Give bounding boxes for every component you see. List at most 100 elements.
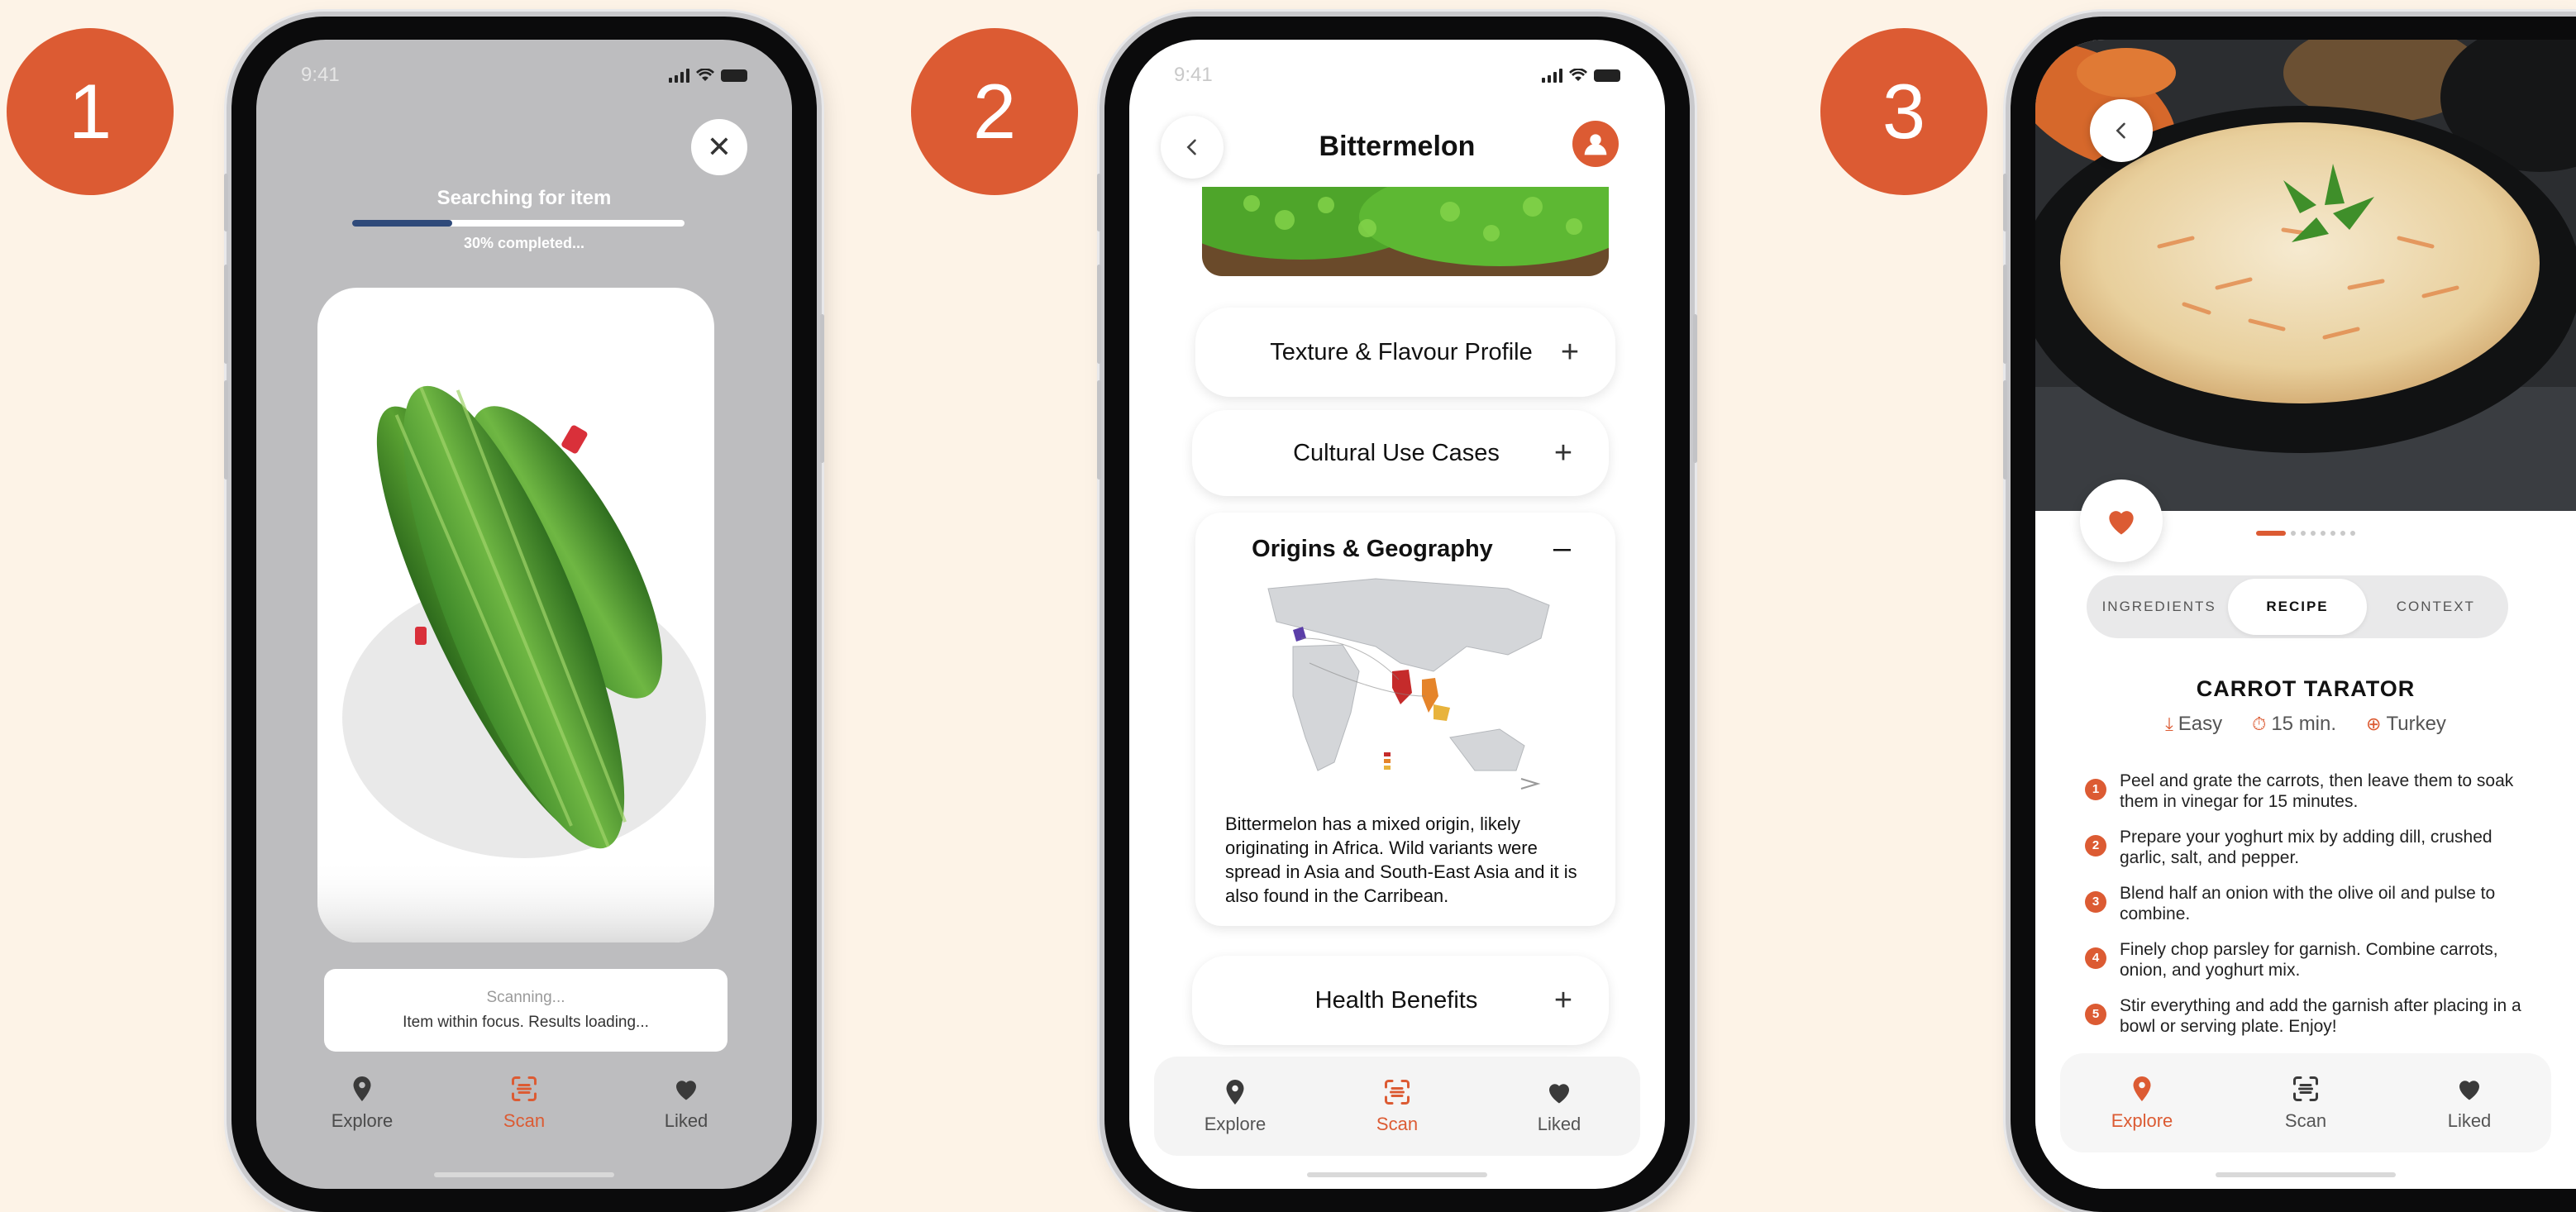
location-pin-icon [1226,1080,1244,1105]
recipe-step: 3 Blend half an onion with the olive oil … [2085,883,2543,924]
accordion-origins-geography[interactable]: Origins & Geography – Bittermelon has a … [1195,513,1615,926]
tab-explore[interactable]: Explore [2092,1074,2192,1132]
accordion-label: Health Benefits [1314,986,1478,1014]
status-time: 9:41 [301,64,340,86]
scan-icon [2293,1076,2318,1101]
duration-value: 15 min. [2271,713,2337,735]
tab-liked-label: Liked [2447,1110,2492,1131]
recipe-screen: INGREDIENTS RECIPE CONTEXT CARROT TARATO… [2035,40,2576,1189]
tab-liked[interactable]: Liked [2420,1074,2519,1132]
location-pin-icon [353,1076,371,1101]
scan-status-line2: Item within focus. Results loading... [403,1014,649,1031]
plus-icon: + [1560,334,1580,370]
back-button[interactable] [2090,99,2153,162]
step-text: Stir everything and add the garnish afte… [2120,996,2521,1036]
status-bar: 9:41 [301,61,747,89]
recipe-segmented-control: INGREDIENTS RECIPE CONTEXT [2087,575,2508,638]
carousel-dot[interactable] [2321,531,2326,536]
plus-icon: + [1553,435,1573,470]
bottom-tab-bar: Explore Scan Liked [1154,1057,1640,1156]
home-indicator [1307,1172,1487,1177]
tab-scan[interactable]: Scan [2256,1074,2355,1132]
carousel-dot[interactable] [2291,531,2296,536]
close-button[interactable]: ✕ [691,119,747,175]
world-map-image [1260,572,1554,797]
profile-button[interactable] [1572,121,1619,167]
recipe-step: 1 Peel and grate the carrots, then leave … [2085,771,2543,812]
accordion-texture-flavour[interactable]: Texture & Flavour Profile + [1195,308,1615,397]
carousel-dot[interactable] [2311,531,2316,536]
duration: ⏱ 15 min. [2252,713,2336,736]
scan-screen: 9:41 ✕ Searching for item 30% completed.… [256,40,792,1189]
carousel-dot[interactable] [2301,531,2306,536]
tab-scan-label: Scan [1376,1114,1419,1134]
accordion-label: Texture & Flavour Profile [1270,338,1533,365]
tab-explore[interactable]: Explore [1185,1077,1285,1135]
tab-scan-label: Scan [503,1110,546,1131]
origins-description: Bittermelon has a mixed origin, likely o… [1225,814,1577,906]
step-text: Finely chop parsley for garnish. Combine… [2120,940,2498,980]
timer-icon: ⏱ [2252,713,2267,734]
tab-ingredients[interactable]: INGREDIENTS [2090,579,2228,635]
like-button[interactable] [2080,480,2163,562]
detail-screen: 9:41 Bittermelon Texture & Flavour Profi… [1129,40,1665,1189]
carousel-dot[interactable] [2256,531,2286,536]
scan-icon [512,1076,537,1101]
status-bar: 9:41 [1174,61,1620,89]
bittermelon-hero-image [1202,187,1609,276]
scan-status-line1: Scanning... [486,989,565,1006]
carousel-dot[interactable] [2340,531,2345,536]
difficulty: ⤓ Easy [2165,713,2222,736]
accordion-label: Cultural Use Cases [1293,439,1500,466]
scan-status-card: Scanning... Item within focus. Results l… [324,969,727,1052]
step-text: Peel and grate the carrots, then leave t… [2120,771,2514,811]
plus-icon: + [1553,982,1573,1018]
heart-icon [1549,1084,1569,1104]
carousel-dot[interactable] [2330,531,2335,536]
step-number: 2 [2085,835,2106,857]
step-text: Prepare your yoghurt mix by adding dill,… [2120,828,2493,867]
profile-icon [1584,134,1607,155]
heart-icon [2459,1081,2479,1100]
accordion-cultural-use-cases[interactable]: Cultural Use Cases + [1192,410,1609,496]
tab-liked-label: Liked [1537,1114,1581,1134]
home-indicator [2216,1172,2396,1177]
recipe-step: 2 Prepare your yoghurt mix by adding dill… [2085,827,2543,868]
accordion-label: Origins & Geography [1252,536,1493,562]
search-title: Searching for item [436,187,612,209]
carousel-dot[interactable] [2350,531,2355,536]
tab-explore-label: Explore [2111,1110,2173,1131]
tab-scan[interactable]: Scan [475,1074,574,1132]
heart-icon [676,1081,696,1100]
recipe-title: CARROT TARATOR [2196,676,2416,701]
tab-scan-label: Scan [2284,1110,2327,1131]
tab-explore[interactable]: Explore [312,1074,412,1132]
step-badge-2: 2 [911,28,1078,195]
difficulty-value: Easy [2178,713,2223,735]
close-icon: ✕ [706,130,732,164]
bittermelon-photo [1202,187,1609,276]
tab-recipe[interactable]: RECIPE [2228,579,2367,635]
wifi-icon [696,69,714,81]
tab-liked[interactable]: Liked [1510,1077,1609,1135]
phone-scan-screen: 9:41 ✕ Searching for item 30% completed.… [224,17,824,1212]
battery-icon [721,69,747,82]
tab-context[interactable]: CONTEXT [2367,579,2505,635]
wifi-icon [1569,69,1587,81]
signal-icon [1542,68,1562,83]
tab-scan[interactable]: Scan [1348,1077,1447,1135]
accordion-health-benefits[interactable]: Health Benefits + [1192,956,1609,1045]
status-time: 9:41 [1174,64,1213,86]
progress-text: 30% completed... [463,235,585,251]
signal-icon [669,68,689,83]
origin: ⊕ Turkey [2366,713,2446,736]
recipe-step: 4 Finely chop parsley for garnish. Combin… [2085,939,2543,981]
recipe-steps-list: 1 Peel and grate the carrots, then leave … [2085,771,2543,1052]
tab-liked[interactable]: Liked [637,1074,736,1132]
recipe-meta: ⤓ Easy ⏱ 15 min. ⊕ Turkey [2035,713,2576,736]
minus-icon: – [1553,531,1571,565]
scan-progress-fill [352,220,452,227]
difficulty-chart-icon: ⤓ [2165,713,2173,734]
step-badge-1: 1 [7,28,174,195]
chevron-left-icon [2116,122,2125,139]
